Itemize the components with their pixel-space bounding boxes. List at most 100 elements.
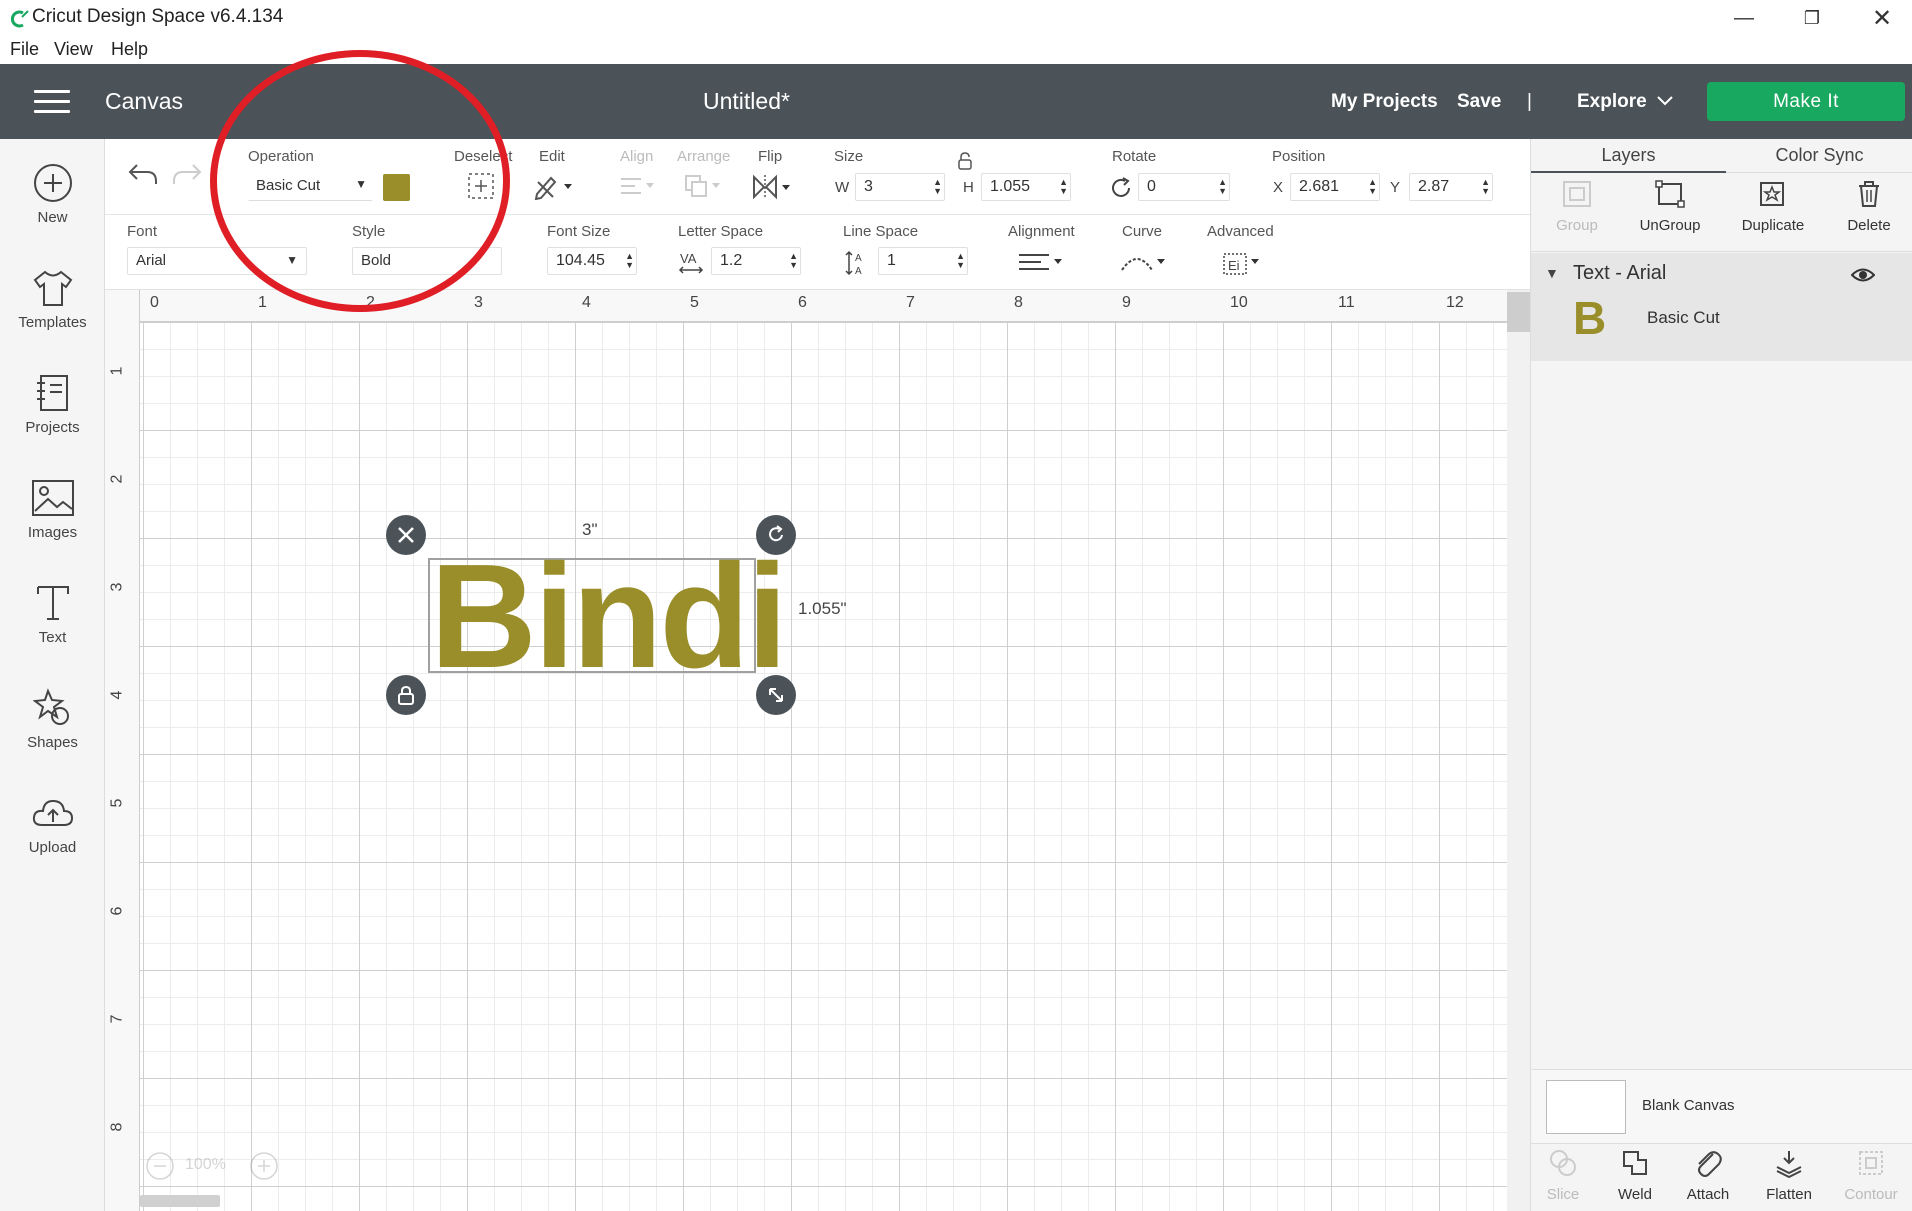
delete-button[interactable]: Delete bbox=[1821, 179, 1912, 234]
width-input[interactable]: 3 ▲ ▼ bbox=[855, 173, 945, 201]
save-link[interactable]: Save bbox=[1457, 91, 1501, 113]
contour-button[interactable]: Contour bbox=[1831, 1148, 1911, 1203]
ruler-number: 10 bbox=[1230, 294, 1248, 311]
letter-space-input[interactable]: 1.2 ▲ ▼ bbox=[711, 247, 801, 275]
sidebar-item-new[interactable]: New bbox=[0, 163, 105, 226]
ruler-number: 6 bbox=[108, 906, 126, 916]
ruler-number: 7 bbox=[108, 1014, 126, 1024]
ruler-number: 3 bbox=[474, 294, 483, 311]
line-space-input[interactable]: 1 ▲ ▼ bbox=[878, 247, 968, 275]
delete-handle[interactable] bbox=[386, 515, 426, 555]
slice-icon bbox=[1550, 1150, 1576, 1176]
curve-label: Curve bbox=[1122, 223, 1163, 240]
x-position-value: 2.681 bbox=[1299, 178, 1340, 195]
tab-layers[interactable]: Layers bbox=[1531, 139, 1726, 173]
y-position-input[interactable]: 2.87 ▲ ▼ bbox=[1409, 173, 1493, 201]
flatten-icon bbox=[1776, 1151, 1802, 1178]
horizontal-scrollbar[interactable] bbox=[140, 1195, 220, 1207]
curve-icon[interactable] bbox=[1119, 250, 1167, 276]
zoom-in-icon[interactable] bbox=[249, 1151, 279, 1181]
rotate-stepper[interactable]: ▲ ▼ bbox=[1218, 178, 1227, 196]
lock-proportions-handle[interactable] bbox=[386, 675, 426, 715]
duplicate-button[interactable]: Duplicate bbox=[1725, 179, 1821, 234]
menu-view[interactable]: View bbox=[54, 39, 93, 60]
rotate-label: Rotate bbox=[1112, 148, 1157, 165]
x-stepper[interactable]: ▲ ▼ bbox=[1368, 178, 1377, 196]
explore-link[interactable]: Explore bbox=[1577, 91, 1647, 113]
sidebar-item-upload[interactable]: Upload bbox=[0, 793, 105, 856]
flatten-button[interactable]: Flatten bbox=[1749, 1148, 1829, 1203]
sidebar-label-images: Images bbox=[27, 524, 78, 541]
text-align-icon[interactable] bbox=[1017, 252, 1065, 274]
font-value: Arial bbox=[136, 252, 167, 269]
font-size-stepper[interactable]: ▲ ▼ bbox=[625, 252, 634, 270]
resize-handle[interactable] bbox=[756, 675, 796, 715]
group-button[interactable]: Group bbox=[1529, 179, 1625, 234]
layer-group-text-arial[interactable]: ▼ Text - Arial B Basic Cut bbox=[1531, 253, 1912, 361]
svg-text:Ei: Ei bbox=[1228, 258, 1240, 273]
design-canvas[interactable]: 100% bbox=[105, 290, 1507, 1211]
blank-canvas-row[interactable]: Blank Canvas bbox=[1532, 1069, 1912, 1143]
tab-color-sync[interactable]: Color Sync bbox=[1726, 139, 1912, 173]
edit-label: Edit bbox=[539, 148, 565, 165]
tshirt-icon bbox=[33, 270, 72, 306]
document-title[interactable]: Untitled* bbox=[703, 88, 790, 115]
letter-space-stepper[interactable]: ▲ ▼ bbox=[789, 252, 798, 270]
y-stepper[interactable]: ▲ ▼ bbox=[1481, 178, 1490, 196]
weld-button[interactable]: Weld bbox=[1595, 1148, 1675, 1203]
advanced-icon[interactable]: Ei bbox=[1221, 250, 1263, 278]
font-size-input[interactable]: 104.45 ▲ ▼ bbox=[547, 247, 637, 275]
ruler-number: 11 bbox=[1338, 294, 1355, 311]
slice-button[interactable]: Slice bbox=[1523, 1148, 1603, 1203]
collapse-triangle-icon[interactable]: ▼ bbox=[1545, 265, 1559, 281]
duplicate-icon bbox=[1760, 182, 1784, 206]
layer-name: Basic Cut bbox=[1647, 308, 1720, 327]
attach-button[interactable]: Attach bbox=[1668, 1148, 1748, 1203]
canvas-text: Bindi bbox=[430, 534, 788, 699]
arrange-label: Arrange bbox=[677, 148, 731, 165]
width-stepper[interactable]: ▲ ▼ bbox=[933, 178, 942, 196]
edit-icon[interactable] bbox=[533, 172, 575, 200]
image-icon bbox=[31, 480, 74, 516]
rotate-input[interactable]: 0 ▲ ▼ bbox=[1138, 173, 1230, 201]
eye-icon[interactable] bbox=[1851, 267, 1875, 283]
flip-icon[interactable] bbox=[751, 173, 795, 201]
menu-help[interactable]: Help bbox=[111, 39, 148, 60]
ungroup-label: UnGroup bbox=[1639, 217, 1701, 234]
sidebar-item-text[interactable]: Text bbox=[0, 583, 105, 646]
width-dimension-label: 3" bbox=[582, 520, 598, 539]
hamburger-menu-icon[interactable] bbox=[34, 90, 70, 114]
svg-text:A: A bbox=[855, 253, 862, 264]
x-position-input[interactable]: 2.681 ▲ ▼ bbox=[1290, 173, 1380, 201]
line-space-stepper[interactable]: ▲ ▼ bbox=[956, 252, 965, 270]
rotate-value: 0 bbox=[1147, 178, 1156, 195]
redo-icon[interactable] bbox=[171, 161, 203, 187]
rotate-handle[interactable] bbox=[756, 515, 796, 555]
undo-icon[interactable] bbox=[127, 161, 159, 187]
text-object-bindi[interactable]: Bindi bbox=[428, 534, 788, 699]
ungroup-button[interactable]: UnGroup bbox=[1622, 179, 1718, 234]
svg-text:VA: VA bbox=[680, 251, 697, 266]
minimize-button[interactable]: — bbox=[1714, 2, 1774, 34]
sidebar-item-shapes[interactable]: Shapes bbox=[0, 688, 105, 751]
my-projects-link[interactable]: My Projects bbox=[1331, 91, 1438, 113]
zoom-out-icon[interactable] bbox=[145, 1151, 175, 1181]
height-input[interactable]: 1.055 ▲ ▼ bbox=[981, 173, 1071, 201]
ruler-number: 4 bbox=[582, 294, 591, 311]
restore-button[interactable]: ❐ bbox=[1782, 2, 1842, 34]
resize-arrows-icon bbox=[769, 688, 783, 702]
sidebar-item-templates[interactable]: Templates bbox=[0, 268, 105, 331]
close-window-button[interactable]: ✕ bbox=[1852, 2, 1912, 34]
sidebar-item-projects[interactable]: Projects bbox=[0, 373, 105, 436]
sidebar-item-images[interactable]: Images bbox=[0, 478, 105, 541]
h-label: H bbox=[963, 179, 974, 196]
menu-file[interactable]: File bbox=[10, 39, 39, 60]
vertical-scrollbar[interactable] bbox=[1507, 292, 1530, 332]
make-it-button[interactable]: Make It bbox=[1707, 82, 1905, 121]
height-stepper[interactable]: ▲ ▼ bbox=[1059, 178, 1068, 196]
cloud-upload-icon bbox=[32, 799, 73, 826]
chevron-down-icon[interactable] bbox=[1656, 95, 1674, 107]
zoom-control[interactable]: 100% bbox=[125, 1145, 305, 1185]
lock-icon[interactable] bbox=[957, 151, 973, 171]
svg-text:A: A bbox=[855, 266, 862, 277]
